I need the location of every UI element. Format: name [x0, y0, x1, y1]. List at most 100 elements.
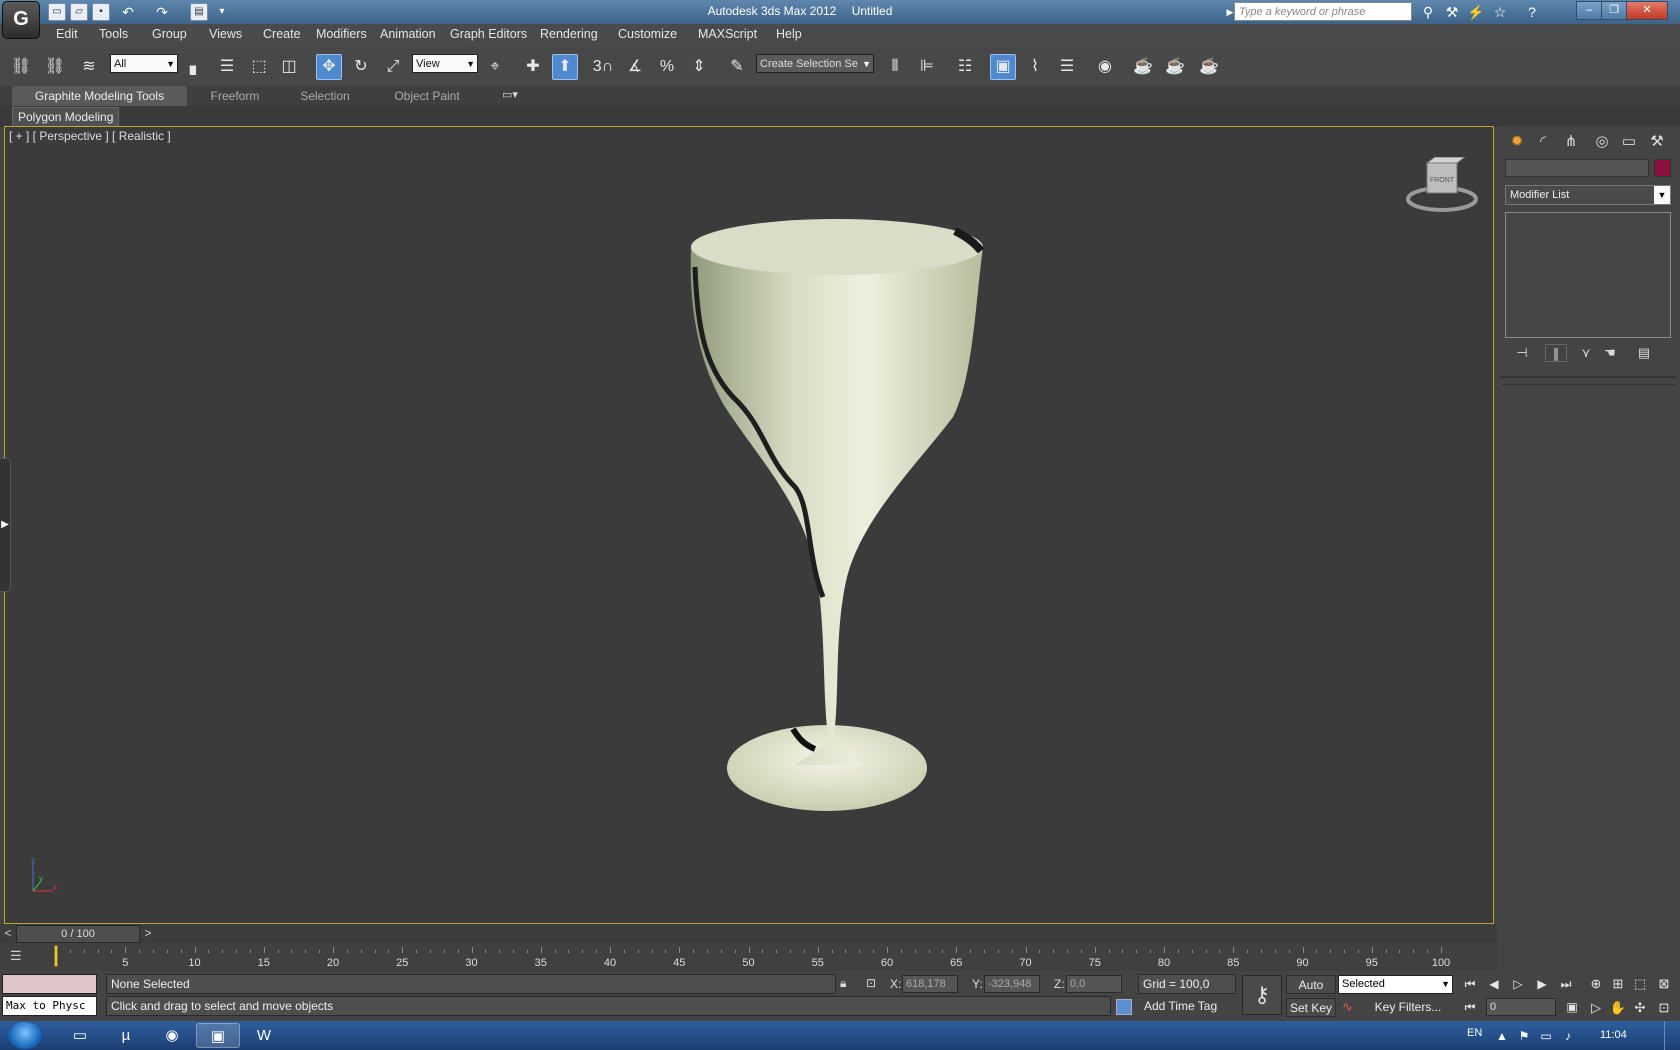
file-explorer-icon[interactable]: ▭ [58, 1023, 102, 1048]
time-configuration-icon[interactable]: ▣ [1562, 998, 1582, 1016]
go-to-end-icon[interactable]: ⏭ [1556, 975, 1576, 993]
display-panel-icon[interactable]: ▭ [1617, 130, 1641, 154]
project-folder-icon[interactable]: ▤ [190, 3, 208, 21]
selection-lock-icon[interactable]: 🔒︎ [840, 976, 846, 991]
select-and-scale-icon[interactable]: ⤢ [380, 54, 406, 80]
menu-tools[interactable]: Tools [99, 27, 128, 41]
next-key-icon[interactable]: ▶ [1532, 975, 1552, 993]
x-coordinate-field[interactable]: 618,178 [902, 975, 958, 993]
tab-freeform[interactable]: Freeform [200, 86, 270, 106]
motion-panel-icon[interactable]: ◎ [1590, 130, 1614, 154]
restore-button[interactable]: ❐ [1601, 1, 1627, 20]
menu-animation[interactable]: Animation [380, 27, 436, 41]
menu-customize[interactable]: Customize [618, 27, 677, 41]
key-tangent-icon[interactable]: ∿ [1342, 999, 1353, 1015]
polygon-modeling-panel[interactable]: Polygon Modeling [12, 107, 120, 127]
subscription-icon[interactable]: ⚒ [1442, 2, 1462, 22]
window-crossing-icon[interactable]: ◫ [276, 54, 302, 80]
render-setup-icon[interactable]: ☕ [1130, 54, 1156, 80]
close-button[interactable]: ✕ [1626, 1, 1668, 20]
material-editor-icon[interactable]: ◉ [1092, 54, 1118, 80]
make-unique-icon[interactable]: ⋎ [1575, 344, 1597, 362]
go-to-start-icon[interactable]: ⏮ [1460, 975, 1480, 993]
start-button-icon[interactable] [8, 1022, 42, 1049]
rectangular-selection-icon[interactable]: ⬚ [246, 54, 272, 80]
volume-muted-icon[interactable]: ♪ [1560, 1028, 1576, 1044]
auto-key-button[interactable]: Auto Key [1286, 975, 1336, 1011]
pan-view-icon[interactable]: ✋ [1608, 998, 1628, 1018]
tab-object-paint[interactable]: Object Paint [384, 86, 470, 106]
create-panel-icon[interactable]: ✹ [1505, 130, 1529, 154]
menu-group[interactable]: Group [152, 27, 187, 41]
configure-modifier-sets-icon[interactable]: ▤ [1633, 344, 1655, 362]
selection-filter-dropdown[interactable]: All ▼ [110, 54, 178, 73]
select-and-rotate-icon[interactable]: ↻ [348, 54, 374, 80]
show-end-result-icon[interactable]: ∥ [1545, 344, 1567, 362]
open-mini-curve-editor-icon[interactable]: ☰ [10, 948, 32, 966]
zoom-extents-icon[interactable]: ⬚ [1630, 974, 1650, 994]
modify-panel-icon[interactable]: ◜ [1531, 130, 1555, 154]
word-icon[interactable]: W [242, 1023, 286, 1048]
layer-manager-icon[interactable]: ☷ [952, 54, 978, 80]
menu-edit[interactable]: Edit [56, 27, 78, 41]
percent-snap-icon[interactable]: % [654, 54, 680, 80]
new-file-icon[interactable]: ▭ [48, 3, 66, 21]
current-frame-field[interactable]: 0 [1486, 998, 1556, 1016]
play-icon[interactable]: ▷ [1508, 975, 1528, 993]
action-center-icon[interactable]: ⚑ [1516, 1028, 1532, 1044]
key-mode-toggle-icon[interactable]: ⏮ [1460, 998, 1480, 1016]
help-icon[interactable]: ? [1522, 2, 1542, 22]
unlink-icon[interactable]: ⛓ [42, 54, 68, 80]
set-key-button[interactable]: Set Key [1286, 998, 1336, 1017]
tray-expand-icon[interactable]: ▲ [1494, 1028, 1510, 1044]
pivot-center-icon[interactable]: ⌖ [482, 54, 508, 80]
application-menu-button[interactable]: G [2, 1, 40, 39]
align-icon[interactable]: ⊫ [914, 54, 940, 80]
graphite-toggle-icon[interactable]: ▣ [990, 54, 1016, 80]
menu-rendering[interactable]: Rendering [540, 27, 598, 41]
y-coordinate-field[interactable]: -323,948 [984, 975, 1040, 993]
maxscript-mini-listener-input[interactable] [2, 974, 97, 994]
redo-icon[interactable]: ↷ [152, 2, 172, 22]
pin-stack-icon[interactable]: ⊣ [1511, 344, 1533, 362]
reference-coordinate-dropdown[interactable]: View ▼ [412, 54, 478, 73]
select-object-icon[interactable]: ▖ [183, 54, 209, 80]
isolate-selection-icon[interactable] [1116, 999, 1132, 1015]
communication-center-icon[interactable]: ⚡ [1466, 2, 1486, 22]
favorites-star-icon[interactable]: ☆ [1490, 2, 1510, 22]
ribbon-options-icon[interactable]: ▭▾ [502, 88, 518, 101]
remove-modifier-icon[interactable]: ☚ [1599, 344, 1621, 362]
menu-graph-editors[interactable]: Graph Editors [450, 27, 527, 41]
angle-snap-icon[interactable]: ∡ [622, 54, 648, 80]
select-by-name-icon[interactable]: ☰ [214, 54, 240, 80]
modifier-stack-list[interactable] [1505, 212, 1671, 338]
perspective-viewport[interactable]: [ + ] [ Perspective ] [ Realistic ] FRON… [4, 126, 1494, 924]
select-and-link-icon[interactable]: ⛓ [8, 54, 34, 80]
time-slider-thumb[interactable]: 0 / 100 [16, 925, 140, 943]
menu-help[interactable]: Help [776, 27, 802, 41]
goblet-model[interactable] [5, 127, 1493, 923]
minimize-button[interactable]: – [1576, 1, 1602, 20]
snaps-toggle-icon[interactable]: 3∩ [590, 54, 616, 80]
spinner-snap-icon[interactable]: ⇕ [686, 54, 712, 80]
hierarchy-panel-icon[interactable]: ⋔ [1559, 130, 1583, 154]
undo-icon[interactable]: ↶ [118, 2, 138, 22]
named-selection-sets-dropdown[interactable]: Create Selection Se ▼ [756, 54, 874, 73]
menu-maxscript[interactable]: MAXScript [698, 27, 757, 41]
menu-create[interactable]: Create [263, 27, 301, 41]
show-desktop-button[interactable] [1664, 1021, 1680, 1050]
keyboard-shortcut-override-icon[interactable]: ⬆ [552, 54, 578, 80]
tab-graphite-modeling-tools[interactable]: Graphite Modeling Tools [12, 86, 187, 106]
object-name-field[interactable] [1505, 159, 1649, 177]
mirror-icon[interactable]: ⫴ [882, 54, 908, 80]
utilities-panel-icon[interactable]: ⚒ [1645, 130, 1669, 154]
viewport-layout-tab-icon[interactable]: ▶ [0, 458, 11, 592]
key-filters-button[interactable]: Key Filters... [1362, 998, 1454, 1017]
menu-modifiers[interactable]: Modifiers [316, 27, 367, 41]
field-of-view-icon[interactable]: ▷ [1586, 998, 1606, 1018]
open-file-icon[interactable]: ▱ [70, 3, 88, 21]
object-color-swatch[interactable] [1654, 159, 1671, 177]
orbit-icon[interactable]: ✣ [1630, 998, 1650, 1018]
track-bar-ruler[interactable]: 5 10 15 20 25 30 35 40 45 50 55 60 65 70 75 80 85 90 95 100 [56, 943, 1450, 971]
maximize-viewport-icon[interactable]: ⊡ [1654, 998, 1674, 1018]
